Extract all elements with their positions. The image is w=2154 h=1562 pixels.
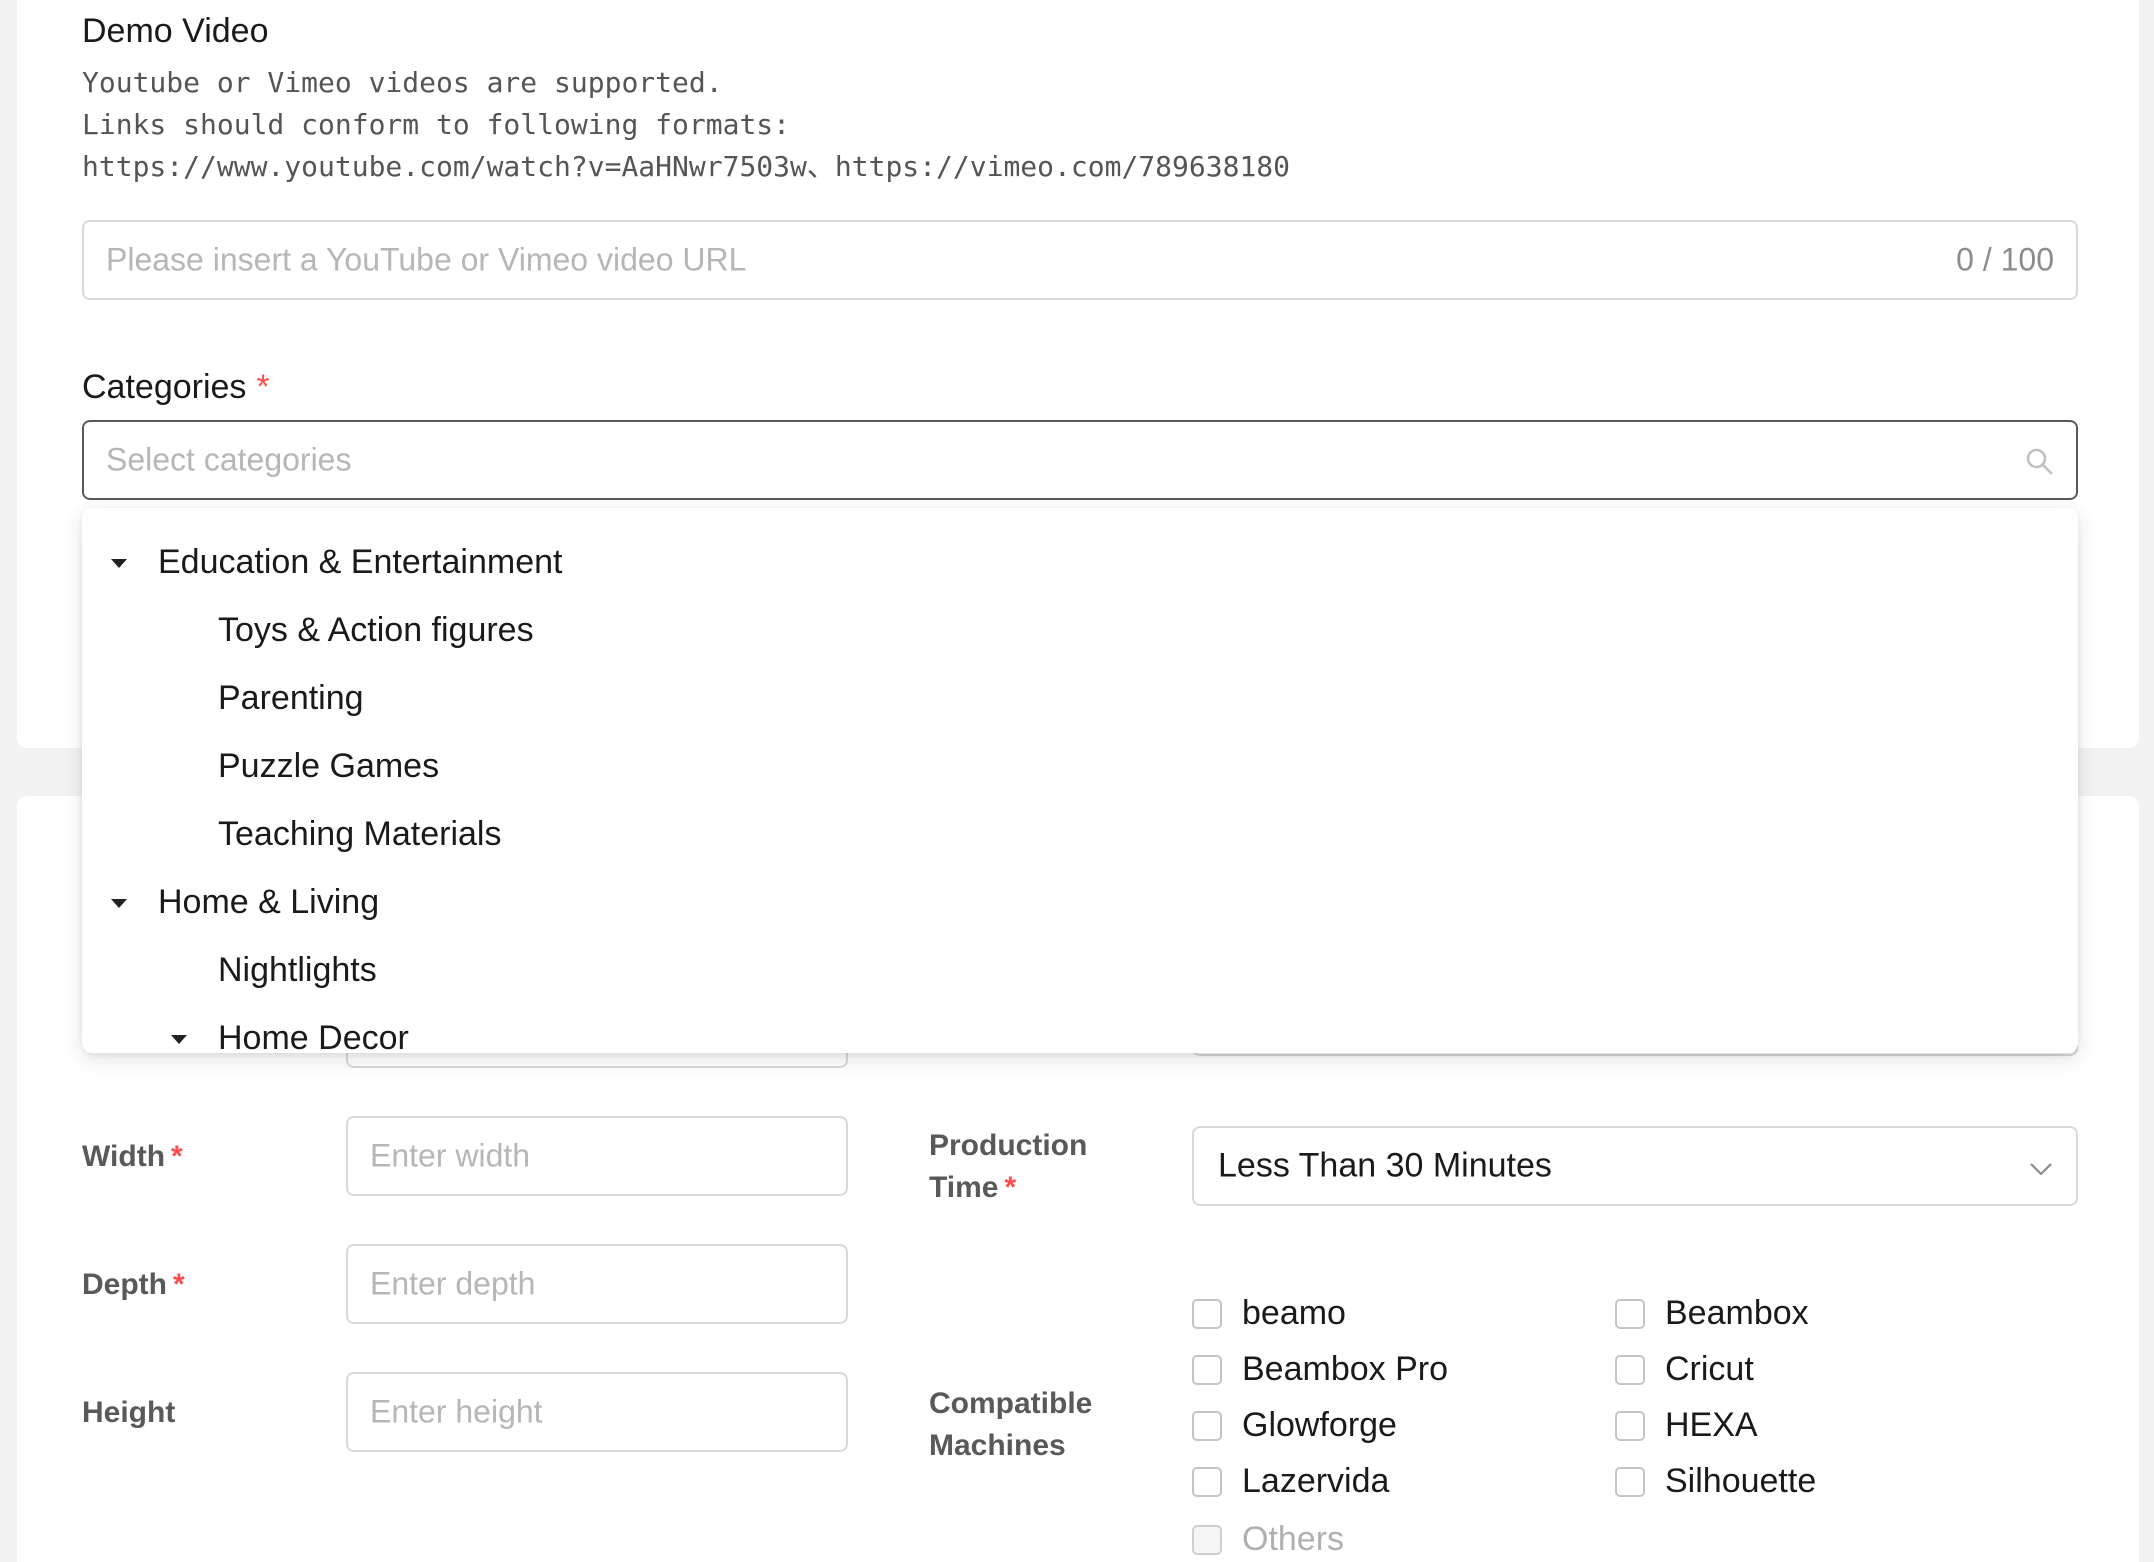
categories-label: Categories * [82,368,270,407]
categories-select-input[interactable]: Select categories [82,420,2078,500]
tree-node-toys-action-figures[interactable]: Toys & Action figures [82,596,2078,664]
compatible-machines-label-line2: Machines [929,1429,1066,1462]
tree-node-label: Teaching Materials [218,814,502,853]
tree-node-education-entertainment[interactable]: Education & Entertainment [82,528,2078,596]
checkbox-box[interactable] [1192,1466,1222,1497]
tree-node-label: Education & Entertainment [158,542,563,581]
caret-down-icon[interactable] [111,899,127,908]
tree-node-label: Home Decor [218,1018,409,1054]
depth-label: Depth * [82,1264,185,1306]
categories-dropdown: Education & Entertainment Toys & Action … [82,508,2078,1053]
width-input[interactable]: Enter width [346,1116,848,1196]
checkbox-others[interactable]: Others [1192,1520,1344,1559]
production-time-label: Production Time * [929,1125,1087,1209]
tree-node-nightlights[interactable]: Nightlights [82,936,2078,1004]
demo-video-title: Demo Video [82,12,269,50]
checkbox-label: Glowforge [1242,1406,1397,1444]
checkbox-label: Cricut [1665,1350,1754,1388]
video-url-placeholder: Please insert a YouTube or Vimeo video U… [106,241,747,278]
width-placeholder: Enter width [370,1137,531,1174]
checkbox-label: Beambox Pro [1242,1350,1448,1388]
required-mark: * [1004,1171,1017,1204]
checkbox-label: Others [1242,1520,1345,1558]
checkbox-lazervida[interactable]: Lazervida [1192,1462,1389,1501]
checkbox-box[interactable] [1615,1298,1645,1329]
required-mark: * [256,368,270,406]
checkbox-beambox-pro[interactable]: Beambox Pro [1192,1350,1448,1389]
tree-node-label: Home & Living [158,882,380,921]
required-mark: * [173,1268,185,1301]
height-placeholder: Enter height [370,1393,543,1430]
tree-node-label: Nightlights [218,950,377,989]
checkbox-label: HEXA [1665,1406,1758,1444]
checkbox-label: Lazervida [1242,1462,1390,1500]
checkbox-beamo[interactable]: beamo [1192,1294,1346,1333]
height-label: Height [82,1392,175,1434]
checkbox-label: beamo [1242,1294,1346,1332]
tree-node-puzzle-games[interactable]: Puzzle Games [82,732,2078,800]
hint-line: https://www.youtube.com/watch?v=AaHNwr75… [82,150,1291,183]
tree-node-parenting[interactable]: Parenting [82,664,2078,732]
width-label-text: Width [82,1140,166,1173]
tree-node-label: Puzzle Games [218,746,440,785]
compatible-machines-label-line1: Compatible [929,1387,1093,1420]
tree-node-teaching-materials[interactable]: Teaching Materials [82,800,2078,868]
checkbox-cricut[interactable]: Cricut [1615,1350,1754,1389]
caret-down-icon[interactable] [171,1035,187,1044]
production-time-label-line1: Production [929,1129,1088,1162]
checkbox-hexa[interactable]: HEXA [1615,1406,1758,1445]
checkbox-label: Silhouette [1665,1462,1817,1500]
checkbox-box[interactable] [1192,1524,1222,1555]
checkbox-silhouette[interactable]: Silhouette [1615,1462,1816,1501]
width-label: Width * [82,1136,183,1178]
required-mark: * [171,1140,183,1173]
checkbox-box[interactable] [1615,1466,1645,1497]
compatible-machines-label: Compatible Machines [929,1383,1092,1467]
tree-node-label: Toys & Action figures [218,610,534,649]
height-input[interactable]: Enter height [346,1372,848,1452]
checkbox-box[interactable] [1615,1354,1645,1385]
demo-video-hint: Youtube or Vimeo videos are supported. Li… [82,62,1290,188]
checkbox-box[interactable] [1192,1354,1222,1385]
search-icon [2026,448,2053,475]
depth-input[interactable]: Enter depth [346,1244,848,1324]
checkbox-label: Beambox [1665,1294,1809,1332]
depth-placeholder: Enter depth [370,1265,536,1302]
hint-line: Links should conform to following format… [82,108,791,141]
hint-line: Youtube or Vimeo videos are supported. [82,66,723,99]
production-time-select[interactable]: Less Than 30 Minutes [1192,1126,2078,1206]
checkbox-box[interactable] [1192,1410,1222,1441]
categories-label-text: Categories [82,368,247,406]
chevron-down-icon [2030,1163,2052,1176]
tree-node-home-decor[interactable]: Home Decor [82,1004,2078,1053]
production-time-label-line2: Time [929,1171,999,1204]
video-url-input[interactable]: Please insert a YouTube or Vimeo video U… [82,220,2078,300]
checkbox-glowforge[interactable]: Glowforge [1192,1406,1397,1445]
categories-placeholder: Select categories [106,441,352,478]
checkbox-box[interactable] [1615,1410,1645,1441]
checkbox-box[interactable] [1192,1298,1222,1329]
tree-node-label: Parenting [218,678,364,717]
character-counter: 0 / 100 [1956,241,2054,278]
caret-down-icon[interactable] [111,559,127,568]
production-time-value: Less Than 30 Minutes [1218,1146,1552,1185]
checkbox-beambox[interactable]: Beambox [1615,1294,1809,1333]
depth-label-text: Depth [82,1268,167,1301]
height-label-text: Height [82,1396,176,1429]
tree-node-home-living[interactable]: Home & Living [82,868,2078,936]
